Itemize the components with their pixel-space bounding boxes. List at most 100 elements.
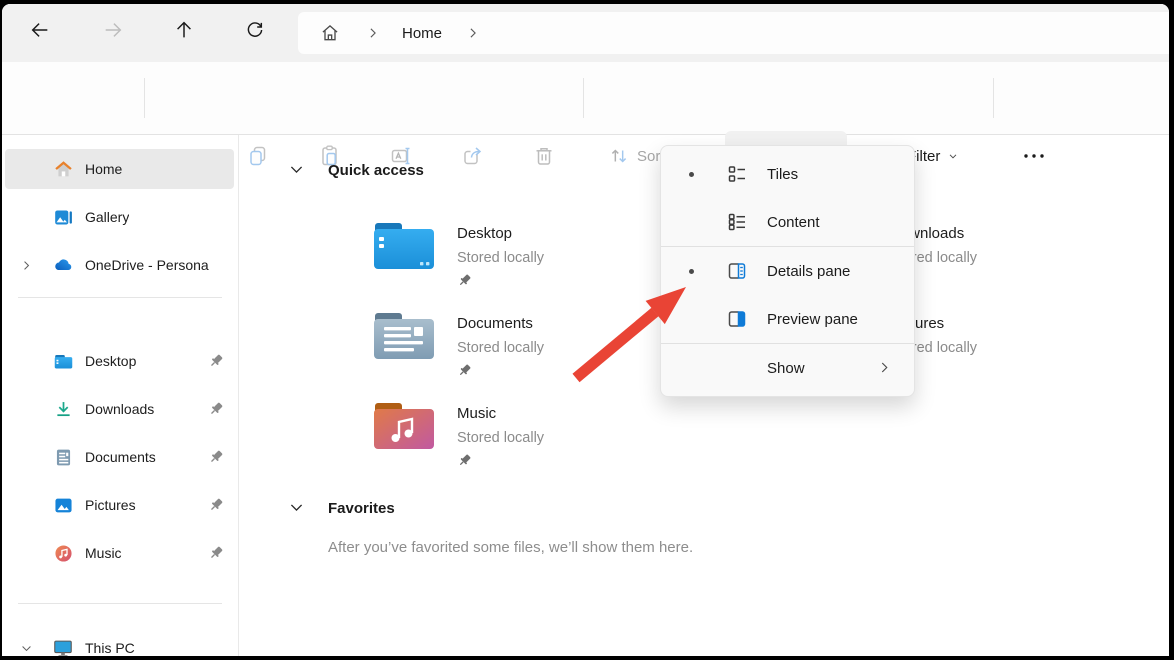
more-options-button[interactable]: [1014, 136, 1054, 176]
share-icon: [464, 147, 482, 165]
tile-subtitle: Stored locally: [457, 340, 545, 356]
navigation-pane: Home Gallery OneDrive - Persona Desktop …: [2, 135, 239, 656]
section-title-quick-access: Quick access: [328, 162, 424, 179]
copy-button[interactable]: [238, 136, 278, 176]
gallery-icon: [51, 207, 75, 228]
toolbar-separator: [583, 78, 584, 118]
pin-icon: [459, 274, 471, 286]
music-folder-icon: [374, 403, 434, 449]
menu-item-label: Content: [767, 213, 820, 231]
pin-icon: [208, 401, 224, 422]
collapse-chevron-icon[interactable]: [13, 642, 39, 655]
toolbar-separator: [993, 78, 994, 118]
sidebar-item-documents[interactable]: Documents: [5, 437, 234, 477]
menu-item-label: Show: [767, 359, 805, 377]
menu-item-content[interactable]: Content: [661, 198, 914, 246]
content-icon: [725, 210, 749, 239]
sidebar-item-this-pc[interactable]: This PC: [5, 628, 234, 656]
view-dropdown-menu: Tiles Content Details pane Preview pane …: [660, 145, 915, 397]
menu-item-details-pane[interactable]: Details pane: [661, 247, 914, 295]
expand-chevron-icon[interactable]: [13, 259, 39, 272]
sidebar-item-downloads[interactable]: Downloads: [5, 389, 234, 429]
home-icon[interactable]: [320, 23, 340, 43]
refresh-button[interactable]: [239, 14, 271, 46]
forward-arrow-icon: [105, 23, 122, 37]
menu-item-show[interactable]: Show: [661, 344, 914, 392]
this-pc-icon: [51, 637, 75, 656]
tiles-icon: [725, 162, 749, 191]
tile-desktop[interactable]: Desktop Stored locally: [373, 221, 544, 293]
details-pane-icon: [725, 259, 749, 288]
breadcrumb-home[interactable]: Home: [402, 25, 442, 42]
up-button[interactable]: [168, 14, 200, 46]
forward-button[interactable]: [97, 14, 129, 46]
back-button[interactable]: [24, 14, 56, 46]
address-bar[interactable]: Home: [298, 12, 1169, 54]
sidebar-item-label: Music: [85, 545, 122, 561]
documents-icon: [51, 447, 75, 468]
sidebar-item-gallery[interactable]: Gallery: [5, 197, 234, 237]
preview-pane-icon: [725, 307, 749, 336]
sidebar-item-label: Downloads: [85, 401, 155, 417]
onedrive-cloud-icon: [51, 254, 75, 276]
pin-icon: [459, 454, 471, 466]
sidebar-item-label: Desktop: [85, 353, 137, 369]
sidebar-item-desktop[interactable]: Desktop: [5, 341, 234, 381]
quick-access-collapse-chevron[interactable]: [288, 161, 305, 183]
sidebar-item-onedrive[interactable]: OneDrive - Persona: [5, 245, 234, 285]
menu-item-label: Preview pane: [767, 310, 858, 328]
section-title-favorites: Favorites: [328, 500, 395, 517]
up-arrow-icon: [177, 21, 191, 38]
sidebar-item-label: Documents: [85, 449, 156, 465]
pin-icon: [208, 449, 224, 470]
sidebar-item-label: Pictures: [85, 497, 136, 513]
documents-folder-icon: [374, 313, 434, 359]
tile-name: Music: [457, 405, 497, 422]
share-button[interactable]: [453, 136, 493, 176]
menu-item-preview-pane[interactable]: Preview pane: [661, 295, 914, 343]
navigation-bar: Home: [2, 4, 1169, 63]
pin-icon: [208, 497, 224, 518]
file-explorer-window: Home New: [2, 4, 1169, 656]
sidebar-divider: [18, 297, 222, 298]
tile-name: Desktop: [457, 225, 513, 242]
pin-icon: [459, 364, 471, 376]
breadcrumb-chevron-icon[interactable]: [466, 26, 480, 40]
tile-name: Documents: [457, 315, 533, 332]
music-icon: [51, 543, 75, 564]
refresh-icon: [247, 22, 263, 37]
sidebar-item-label: Gallery: [85, 209, 130, 225]
command-bar: New: [2, 62, 1169, 179]
sidebar-item-label: This PC: [85, 640, 135, 656]
menu-item-label: Tiles: [767, 165, 799, 183]
ellipsis-icon: [1024, 154, 1044, 158]
pin-icon: [208, 545, 224, 566]
downloads-icon: [51, 399, 75, 420]
tile-documents[interactable]: Documents Stored locally: [373, 311, 544, 383]
favorites-collapse-chevron[interactable]: [288, 499, 305, 521]
sidebar-item-pictures[interactable]: Pictures: [5, 485, 234, 525]
menu-item-tiles[interactable]: Tiles: [661, 150, 914, 198]
tile-subtitle: Stored locally: [457, 250, 545, 266]
menu-item-label: Details pane: [767, 262, 851, 280]
chevron-down-icon: [950, 154, 957, 159]
breadcrumb-chevron-icon: [366, 26, 380, 40]
delete-button[interactable]: [524, 136, 564, 176]
toolbar-separator: [144, 78, 145, 118]
tile-subtitle: Stored locally: [457, 430, 545, 446]
home-colored-icon: [51, 159, 75, 180]
selected-radio-dot: [689, 171, 694, 177]
sidebar-item-label: Home: [85, 161, 123, 177]
sidebar-item-music[interactable]: Music: [5, 533, 234, 573]
desktop-folder-icon: [51, 351, 75, 372]
sort-icon: [611, 149, 627, 163]
pin-icon: [208, 353, 224, 374]
sidebar-item-label: OneDrive - Persona: [85, 257, 209, 273]
sidebar-item-home[interactable]: Home: [5, 149, 234, 189]
desktop-folder-icon: [374, 223, 434, 269]
submenu-chevron-icon: [877, 360, 892, 380]
back-arrow-icon: [31, 23, 48, 37]
favorites-empty-text: After you’ve favorited some files, we’ll…: [328, 539, 694, 556]
tile-music[interactable]: Music Stored locally: [373, 401, 544, 473]
trash-icon: [536, 148, 552, 165]
